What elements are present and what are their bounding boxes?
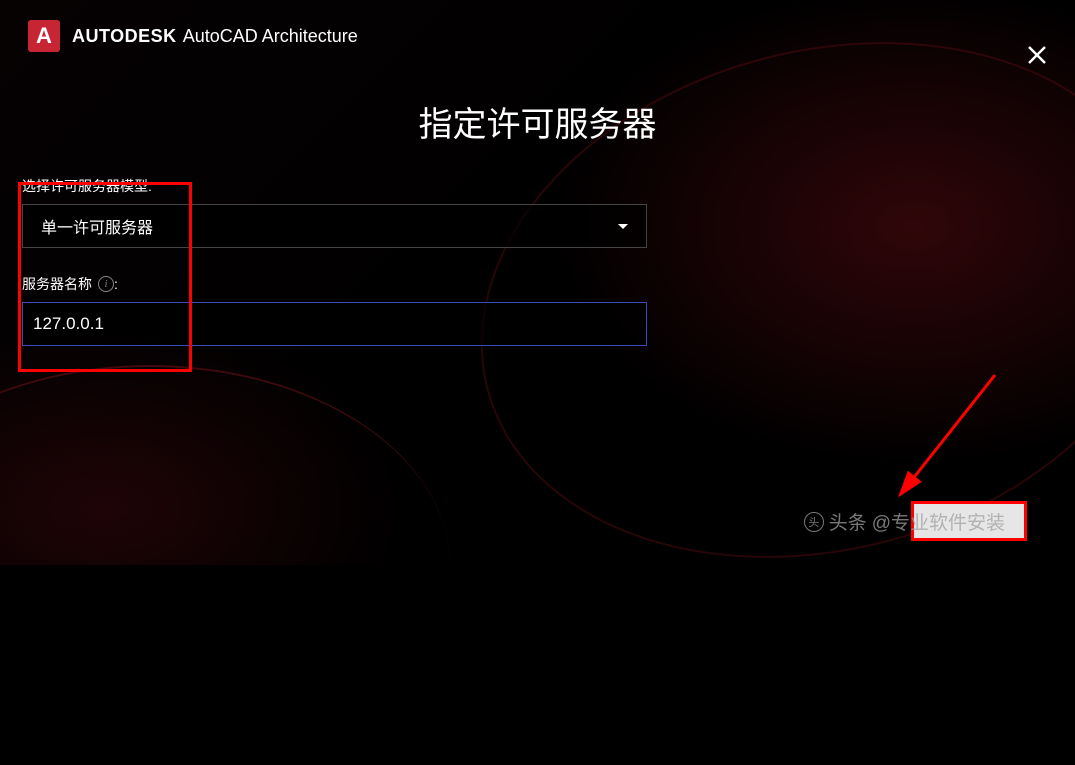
server-model-group: 选择许可服务器模型: 单一许可服务器 [22,176,1053,248]
watermark-prefix: 头条 [829,508,867,535]
server-name-input[interactable] [22,302,647,346]
brand-name: AUTODESK [72,26,177,47]
product-name: AutoCAD Architecture [183,26,358,47]
close-icon [1027,45,1047,65]
server-name-group: 服务器名称 i : [22,274,1053,346]
header: A AUTODESK AutoCAD Architecture [0,0,1075,72]
page-title: 指定许可服务器 [22,97,1053,146]
dropdown-value: 单一许可服务器 [41,214,153,238]
close-button[interactable] [1027,42,1047,70]
info-icon[interactable]: i [98,276,114,292]
server-model-label: 选择许可服务器模型: [22,176,1053,196]
content-area: 指定许可服务器 选择许可服务器模型: 单一许可服务器 服务器名称 i : [0,97,1075,346]
chevron-down-icon [618,224,628,229]
server-name-label: 服务器名称 i : [22,274,1053,294]
annotation-arrow [865,365,1015,525]
autodesk-logo-icon: A [28,20,60,52]
server-model-dropdown[interactable]: 单一许可服务器 [22,204,647,248]
watermark-icon: 头 [804,512,824,532]
